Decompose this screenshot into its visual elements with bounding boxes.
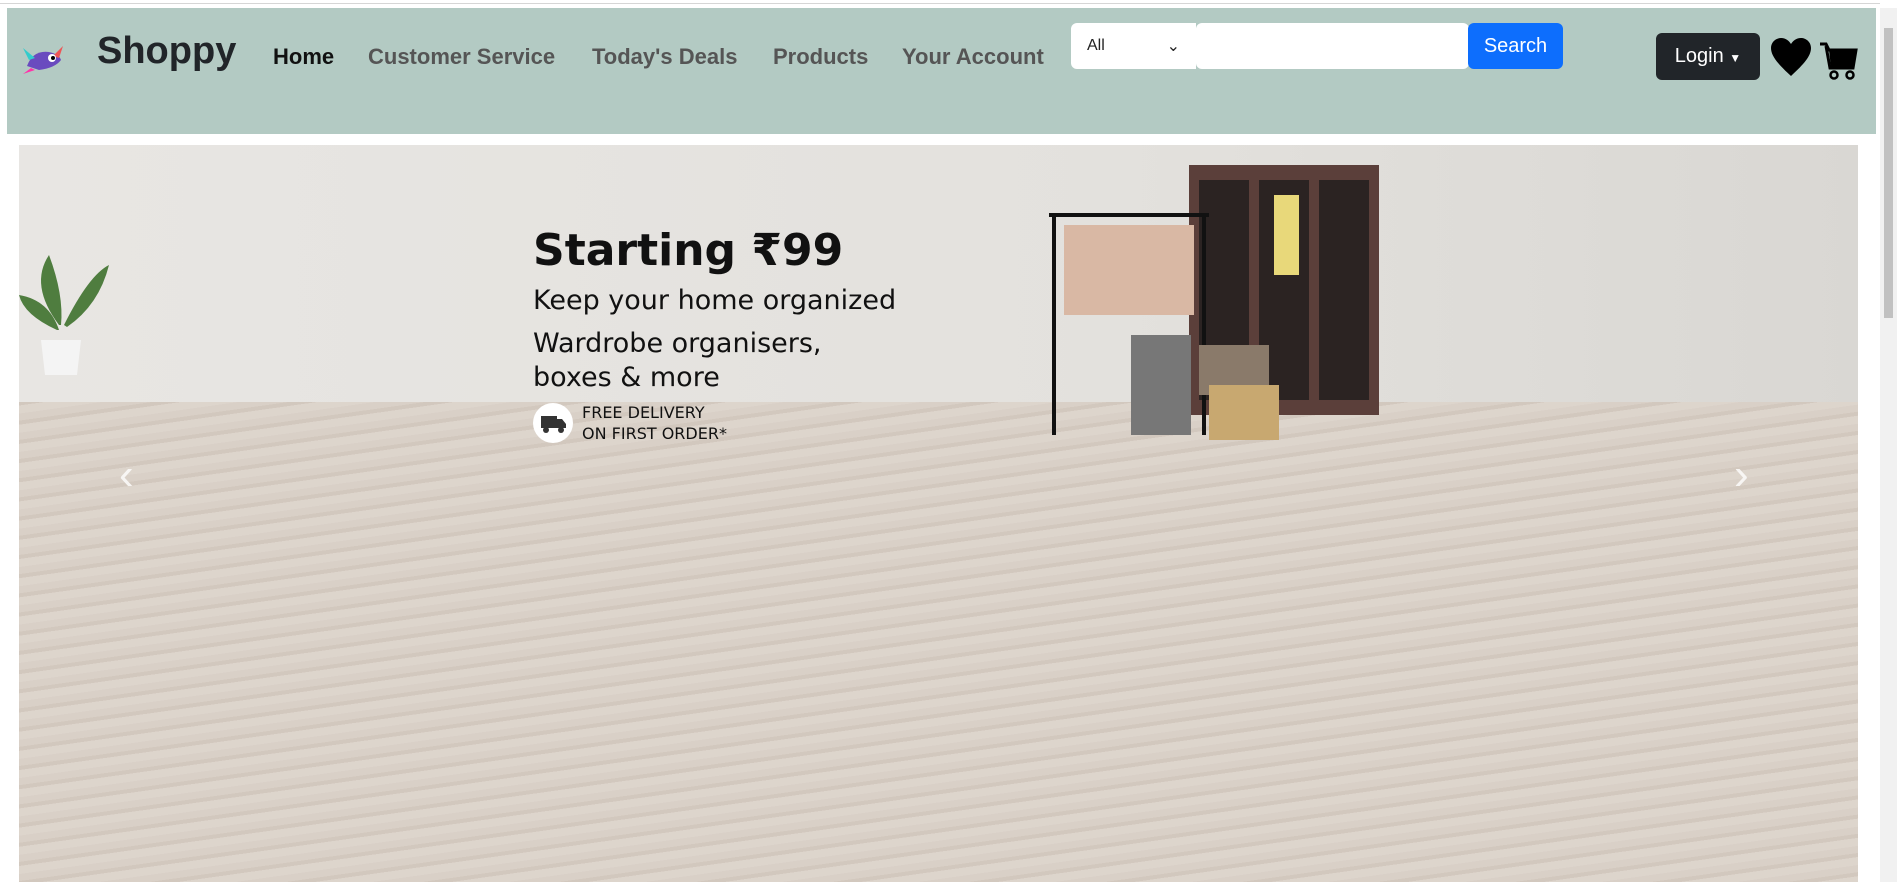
nav-products[interactable]: Products [773,44,868,70]
cart-icon[interactable] [1820,42,1858,80]
carousel-prev-button[interactable]: ‹ [119,450,134,500]
hero-carousel: Starting ₹99 Keep your home organized Wa… [19,145,1858,882]
parrot-logo-icon[interactable] [19,40,69,76]
login-dropdown-button[interactable]: Login ▼ [1656,33,1760,80]
category-select[interactable]: All ⌄ [1071,23,1196,69]
category-value: All [1087,37,1105,54]
banner-description: Wardrobe organisers, boxes & more [533,328,822,393]
delivery-line-1: FREE DELIVERY [582,403,705,422]
delivery-line-2: ON FIRST ORDER* [582,424,727,443]
heart-icon[interactable] [1770,38,1812,78]
delivery-note: FREE DELIVERY ON FIRST ORDER* [582,402,727,444]
banner-wall-background [19,145,1858,402]
truck-icon [533,403,573,443]
window-top-border [0,3,1880,4]
search-input[interactable] [1196,23,1469,69]
chevron-down-icon: ⌄ [1166,38,1180,55]
scrollbar-thumb[interactable] [1884,28,1893,318]
brand-name[interactable]: Shoppy [97,30,236,73]
nav-todays-deals[interactable]: Today's Deals [592,44,737,70]
navbar: Shoppy Home Customer Service Today's Dea… [7,8,1876,134]
search-button[interactable]: Search [1468,23,1563,69]
nav-home[interactable]: Home [273,44,334,70]
nav-your-account[interactable]: Your Account [902,44,1044,70]
banner-subheadline: Keep your home organized [533,285,897,316]
login-label: Login [1674,45,1724,67]
nav-customer-service[interactable]: Customer Service [368,44,555,70]
wardrobe-organiser-image [1049,165,1379,440]
carousel-next-button[interactable]: › [1734,450,1749,500]
page-scrollbar[interactable] [1880,8,1897,882]
caret-down-icon: ▼ [1729,51,1742,65]
plant-image [19,255,109,375]
banner-headline: Starting ₹99 [533,225,844,276]
